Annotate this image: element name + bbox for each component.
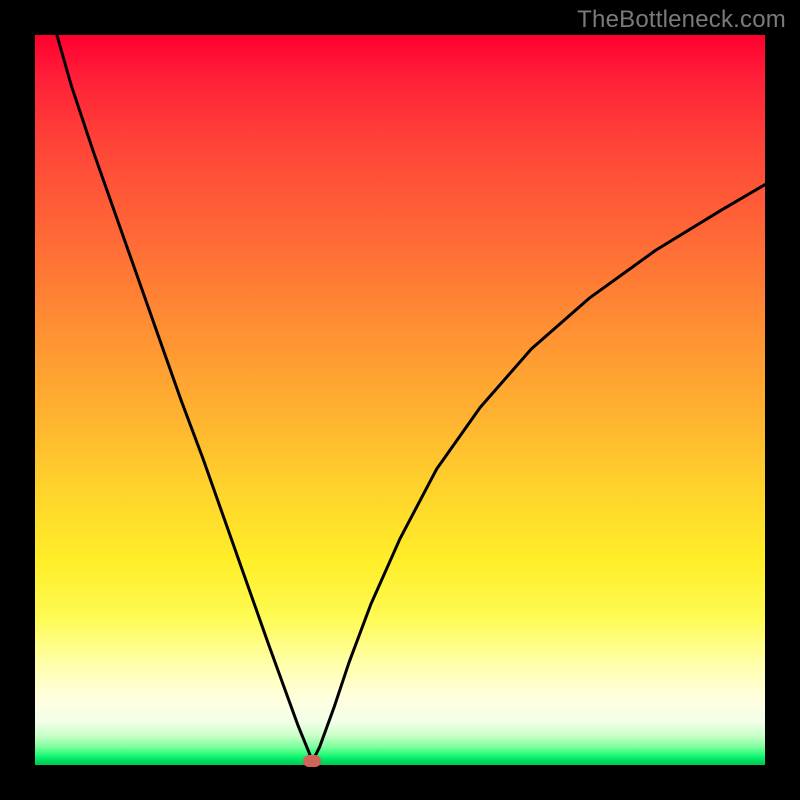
plot-area <box>35 35 765 765</box>
min-marker <box>303 755 321 767</box>
bottleneck-curve <box>35 35 765 765</box>
chart-frame: TheBottleneck.com <box>0 0 800 800</box>
watermark-text: TheBottleneck.com <box>577 6 786 34</box>
